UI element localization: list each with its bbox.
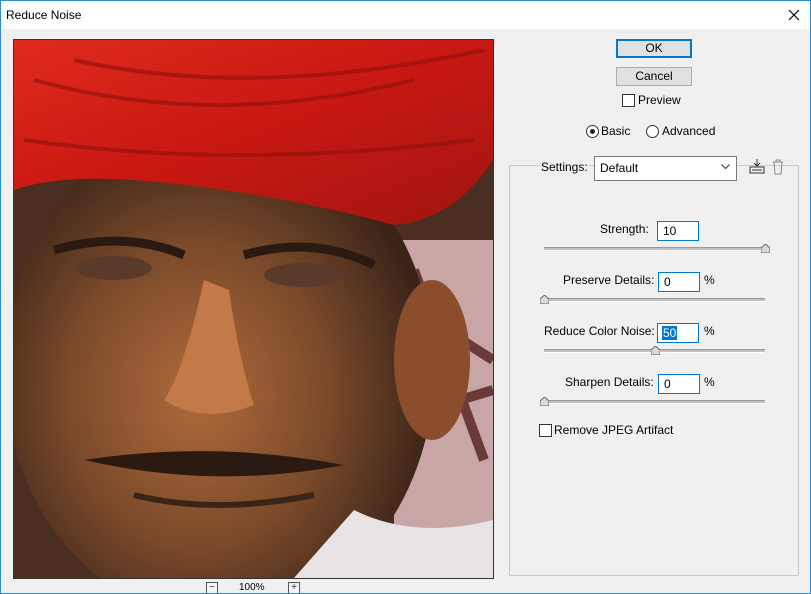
save-settings-icon[interactable] — [748, 158, 766, 176]
sharpen-details-slider-track[interactable] — [544, 400, 765, 404]
window-title: Reduce Noise — [6, 8, 82, 22]
basic-radio[interactable] — [586, 125, 599, 138]
preserve-details-value: 0 — [664, 275, 671, 289]
sharpen-details-slider-thumb[interactable] — [540, 397, 549, 406]
remove-jpeg-artifact-label: Remove JPEG Artifact — [554, 423, 674, 437]
reduce-color-noise-unit: % — [704, 324, 715, 338]
preview-checkbox[interactable] — [622, 94, 635, 107]
preserve-details-input[interactable]: 0 — [658, 272, 700, 292]
preserve-details-unit: % — [704, 273, 715, 287]
advanced-radio[interactable] — [646, 125, 659, 138]
sharpen-details-unit: % — [704, 375, 715, 389]
chevron-down-icon — [721, 164, 730, 170]
sharpen-details-label: Sharpen Details: — [565, 375, 654, 389]
cancel-button[interactable]: Cancel — [616, 67, 692, 86]
strength-value: 10 — [663, 224, 677, 238]
portrait-photo — [14, 40, 493, 578]
ok-button[interactable]: OK — [616, 39, 692, 58]
settings-group — [509, 165, 799, 576]
reduce-color-noise-value: 50 — [662, 326, 678, 340]
radio-selected-dot — [590, 129, 595, 134]
zoom-controls: − 100% + — [206, 582, 306, 593]
reduce-color-noise-input[interactable]: 50 — [657, 323, 699, 343]
delete-settings-icon[interactable] — [771, 158, 789, 176]
preview-label: Preview — [638, 93, 681, 107]
sharpen-details-input[interactable]: 0 — [658, 374, 700, 394]
strength-label: Strength: — [600, 222, 649, 236]
settings-label: Settings: — [540, 160, 589, 174]
reduce-noise-dialog: Reduce Noise − 100% + OK Cancel Preview … — [0, 0, 811, 594]
strength-input[interactable]: 10 — [657, 221, 699, 241]
preserve-details-slider-track[interactable] — [544, 298, 765, 302]
sharpen-details-value: 0 — [664, 377, 671, 391]
title-bar: Reduce Noise — [1, 1, 810, 29]
settings-dropdown[interactable]: Default — [594, 156, 737, 181]
zoom-out-button[interactable]: − — [206, 582, 218, 593]
reduce-color-noise-slider-thumb[interactable] — [650, 346, 660, 355]
advanced-label: Advanced — [662, 124, 716, 138]
preserve-details-slider-thumb[interactable] — [540, 295, 549, 304]
close-button[interactable] — [778, 1, 810, 29]
strength-slider-thumb[interactable] — [761, 244, 770, 253]
zoom-in-button[interactable]: + — [288, 582, 300, 593]
basic-label: Basic — [601, 124, 631, 138]
reduce-color-noise-label: Reduce Color Noise: — [544, 324, 655, 338]
remove-jpeg-artifact-checkbox[interactable] — [539, 424, 552, 437]
preview-image[interactable] — [13, 39, 494, 579]
settings-value: Default — [600, 161, 639, 175]
strength-slider-track[interactable] — [544, 247, 765, 251]
zoom-level: 100% — [239, 582, 265, 593]
close-icon — [788, 9, 800, 21]
preserve-details-label: Preserve Details: — [563, 273, 655, 287]
